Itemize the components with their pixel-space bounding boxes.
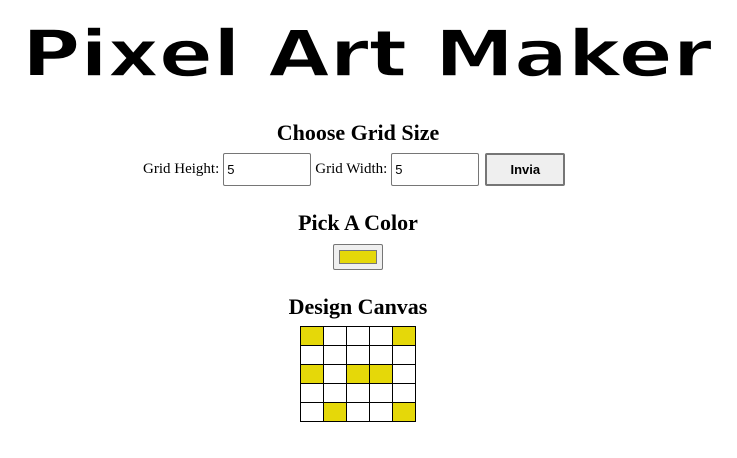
canvas-cell[interactable] [392,345,416,365]
canvas-cell[interactable] [392,326,416,346]
canvas-cell[interactable] [392,383,416,403]
canvas-row [300,326,416,346]
canvas-cell[interactable] [369,326,393,346]
grid-size-heading: Choose Grid Size [276,120,440,145]
canvas-cell[interactable] [369,345,393,365]
logo-text: Pixel Art Maker [22,18,713,86]
canvas-cell[interactable] [346,326,370,346]
design-canvas-heading: Design Canvas [288,294,428,319]
canvas-row [300,345,416,365]
canvas-cell[interactable] [323,364,347,384]
canvas-cell[interactable] [369,383,393,403]
canvas-cell[interactable] [369,402,393,422]
canvas-cell[interactable] [323,402,347,422]
canvas-cell[interactable] [392,364,416,384]
canvas-cell[interactable] [323,383,347,403]
color-swatch [339,250,377,264]
grid-size-form: Grid Height: Grid Width: Invia [143,153,566,186]
canvas-cell[interactable] [346,345,370,365]
pixel-art-maker-logo: Pixel Art Maker [14,16,720,86]
canvas-row [300,383,416,403]
canvas-cell[interactable] [300,345,324,365]
submit-button[interactable]: Invia [485,153,566,186]
canvas-cell[interactable] [300,402,324,422]
pixel-canvas [300,326,416,422]
canvas-cell[interactable] [346,402,370,422]
canvas-row [300,364,416,384]
canvas-cell[interactable] [346,383,370,403]
canvas-cell[interactable] [323,345,347,365]
grid-width-label: Grid Width: [315,161,388,177]
grid-height-input[interactable] [223,153,312,186]
canvas-row [300,402,416,422]
canvas-cell[interactable] [300,383,324,403]
canvas-cell[interactable] [300,326,324,346]
canvas-cell[interactable] [346,364,370,384]
canvas-cell[interactable] [300,364,324,384]
grid-height-label: Grid Height: [143,161,220,177]
grid-width-input[interactable] [391,153,480,186]
canvas-cell[interactable] [369,364,393,384]
color-picker[interactable] [333,244,383,270]
canvas-cell[interactable] [392,402,416,422]
pick-color-heading: Pick A Color [298,210,418,235]
canvas-cell[interactable] [323,326,347,346]
logo-graphic: Pixel Art Maker [21,17,713,86]
